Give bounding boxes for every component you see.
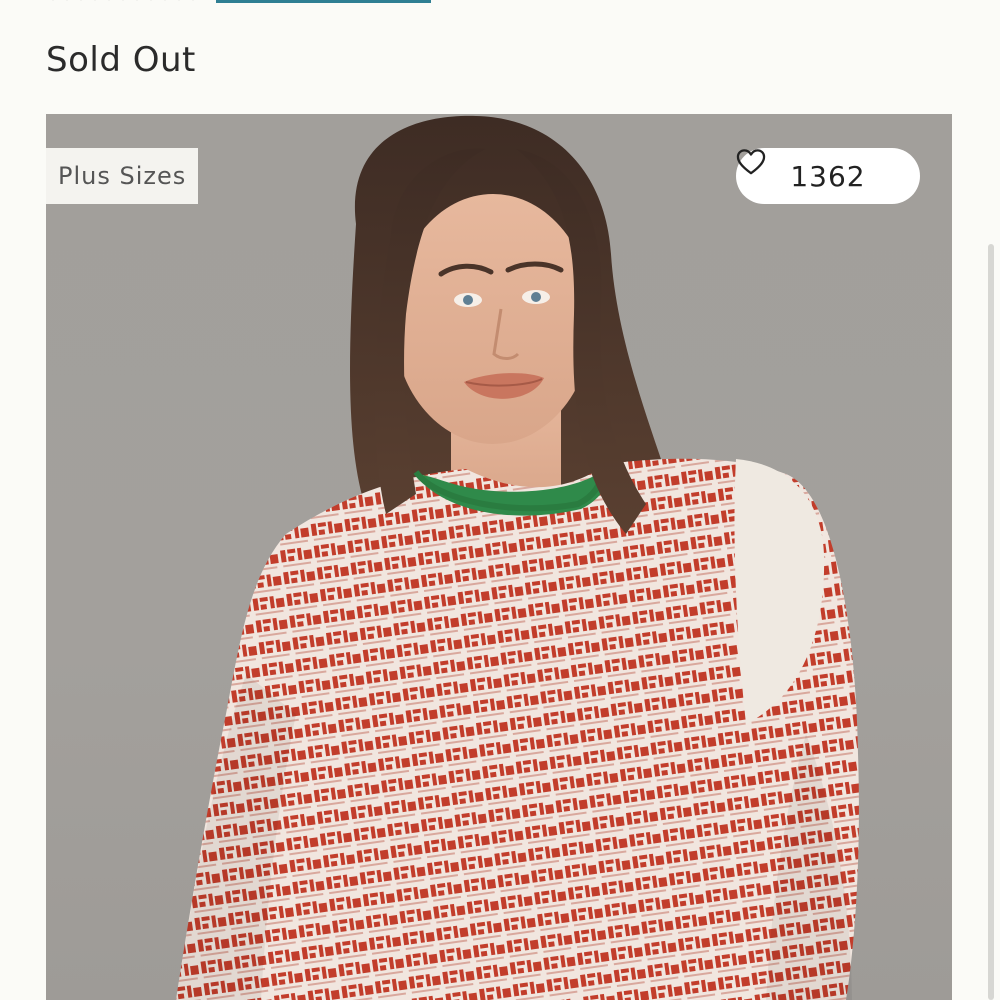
product-image[interactable]: Plus Sizes 1362 (46, 114, 952, 1000)
likes-count: 1362 (790, 159, 866, 193)
availability-status: Sold Out (46, 40, 196, 80)
product-page: Sold Out Plus Sizes 1362 (0, 0, 1000, 1000)
product-photo-illustration (176, 115, 859, 1000)
heart-outline-icon (736, 149, 766, 175)
rating-stars[interactable] (46, 0, 196, 2)
like-button[interactable]: 1362 (736, 148, 920, 204)
plus-sizes-badge: Plus Sizes (46, 148, 199, 204)
reviews-link-underline[interactable] (216, 0, 431, 3)
top-strip (0, 0, 1000, 8)
scrollbar[interactable] (988, 244, 994, 1000)
